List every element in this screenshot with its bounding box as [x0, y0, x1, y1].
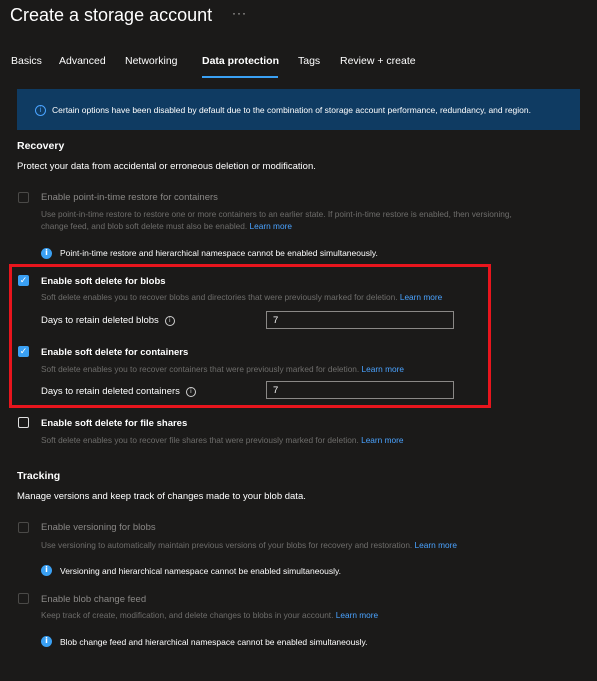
pitr-info-icon: i: [41, 247, 52, 259]
versioning-checkbox[interactable]: [18, 522, 29, 533]
pitr-learn-more-link[interactable]: Learn more: [250, 221, 292, 231]
tab-basics[interactable]: Basics: [11, 55, 42, 67]
days-retain-containers-label: Days to retain deleted containers: [41, 386, 180, 397]
versioning-learn-more-link[interactable]: Learn more: [415, 540, 457, 550]
change-feed-note: Blob change feed and hierarchical namesp…: [60, 637, 368, 647]
change-feed-description: Keep track of create, modification, and …: [41, 610, 334, 620]
days-retain-blobs-input[interactable]: [266, 311, 454, 329]
active-tab-indicator: [202, 76, 278, 78]
recovery-description: Protect your data from accidental or err…: [17, 161, 316, 172]
pitr-note: Point-in-time restore and hierarchical n…: [60, 248, 378, 258]
tab-advanced[interactable]: Advanced: [59, 55, 106, 67]
versioning-label: Enable versioning for blobs: [41, 522, 156, 533]
tracking-heading: Tracking: [17, 470, 61, 482]
info-icon[interactable]: i: [164, 315, 175, 326]
soft-delete-containers-learn-more-link[interactable]: Learn more: [362, 364, 404, 374]
change-feed-info-icon: i: [41, 635, 52, 647]
soft-delete-files-description: Soft delete enables you to recover file …: [41, 435, 359, 445]
tab-tags[interactable]: Tags: [298, 55, 320, 67]
soft-delete-containers-checkbox[interactable]: ✓: [18, 346, 29, 357]
info-icon: i: [35, 104, 46, 116]
soft-delete-blobs-label: Enable soft delete for blobs: [41, 276, 166, 287]
versioning-note: Versioning and hierarchical namespace ca…: [60, 566, 341, 576]
banner-text: Certain options have been disabled by de…: [52, 105, 531, 115]
more-options-icon[interactable]: ···: [232, 6, 247, 20]
soft-delete-files-label: Enable soft delete for file shares: [41, 418, 188, 429]
soft-delete-blobs-description: Soft delete enables you to recover blobs…: [41, 292, 398, 302]
soft-delete-blobs-learn-more-link[interactable]: Learn more: [400, 292, 442, 302]
info-icon[interactable]: i: [185, 386, 196, 397]
checkmark-icon: ✓: [19, 275, 28, 286]
pitr-description-line1: Use point-in-time restore to restore one…: [41, 209, 512, 219]
change-feed-checkbox[interactable]: [18, 593, 29, 604]
change-feed-label: Enable blob change feed: [41, 594, 147, 605]
checkmark-icon: ✓: [19, 346, 28, 357]
change-feed-learn-more-link[interactable]: Learn more: [336, 610, 378, 620]
days-retain-containers-input[interactable]: [266, 381, 454, 399]
soft-delete-files-learn-more-link[interactable]: Learn more: [361, 435, 403, 445]
soft-delete-containers-description: Soft delete enables you to recover conta…: [41, 364, 360, 374]
tab-review-create[interactable]: Review + create: [340, 55, 416, 67]
days-retain-blobs-label: Days to retain deleted blobs: [41, 315, 159, 326]
pitr-checkbox[interactable]: [18, 192, 29, 203]
versioning-info-icon: i: [41, 564, 52, 576]
soft-delete-containers-label: Enable soft delete for containers: [41, 347, 189, 358]
versioning-description: Use versioning to automatically maintain…: [41, 540, 413, 550]
pitr-label: Enable point-in-time restore for contain…: [41, 192, 218, 203]
pitr-description-line2: change feed, and blob soft delete must a…: [41, 221, 248, 231]
soft-delete-blobs-checkbox[interactable]: ✓: [18, 275, 29, 286]
tracking-description: Manage versions and keep track of change…: [17, 491, 306, 502]
page-title: Create a storage account: [10, 5, 213, 25]
recovery-heading: Recovery: [17, 140, 65, 152]
tab-data-protection[interactable]: Data protection: [202, 55, 279, 67]
tab-networking[interactable]: Networking: [125, 55, 178, 67]
soft-delete-files-checkbox[interactable]: [18, 417, 29, 428]
